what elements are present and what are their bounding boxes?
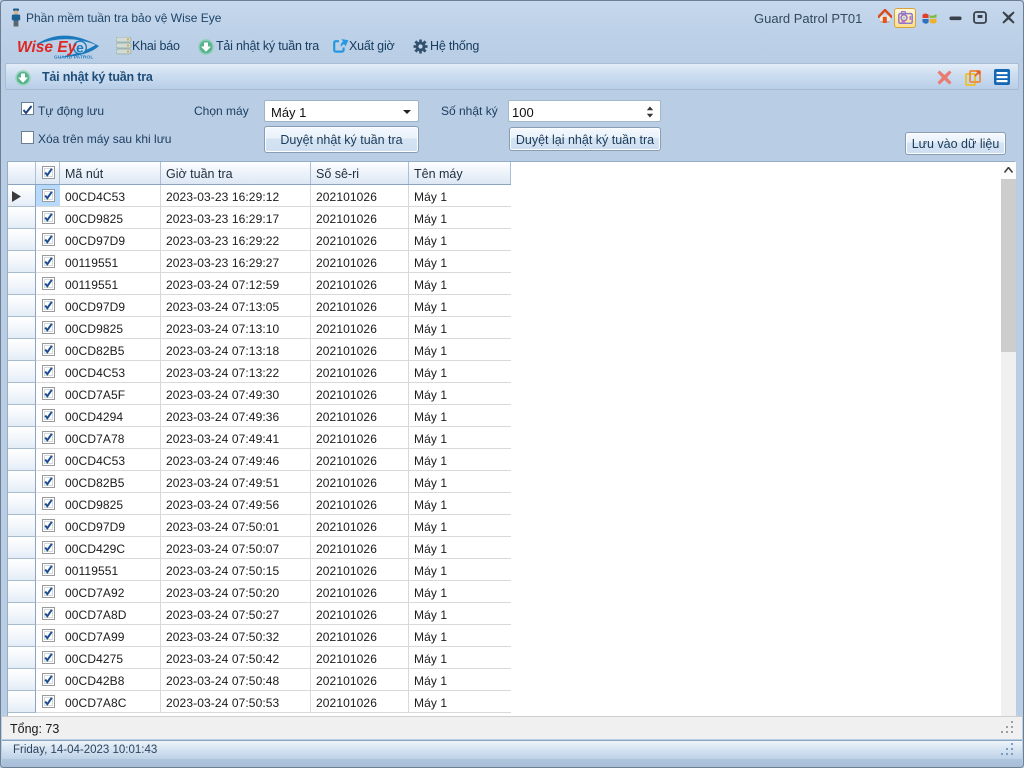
svg-text:GUARD PATROL: GUARD PATROL (54, 55, 93, 60)
svg-text:e: e (76, 40, 84, 56)
svg-text:Wise Ey: Wise Ey (17, 39, 78, 56)
